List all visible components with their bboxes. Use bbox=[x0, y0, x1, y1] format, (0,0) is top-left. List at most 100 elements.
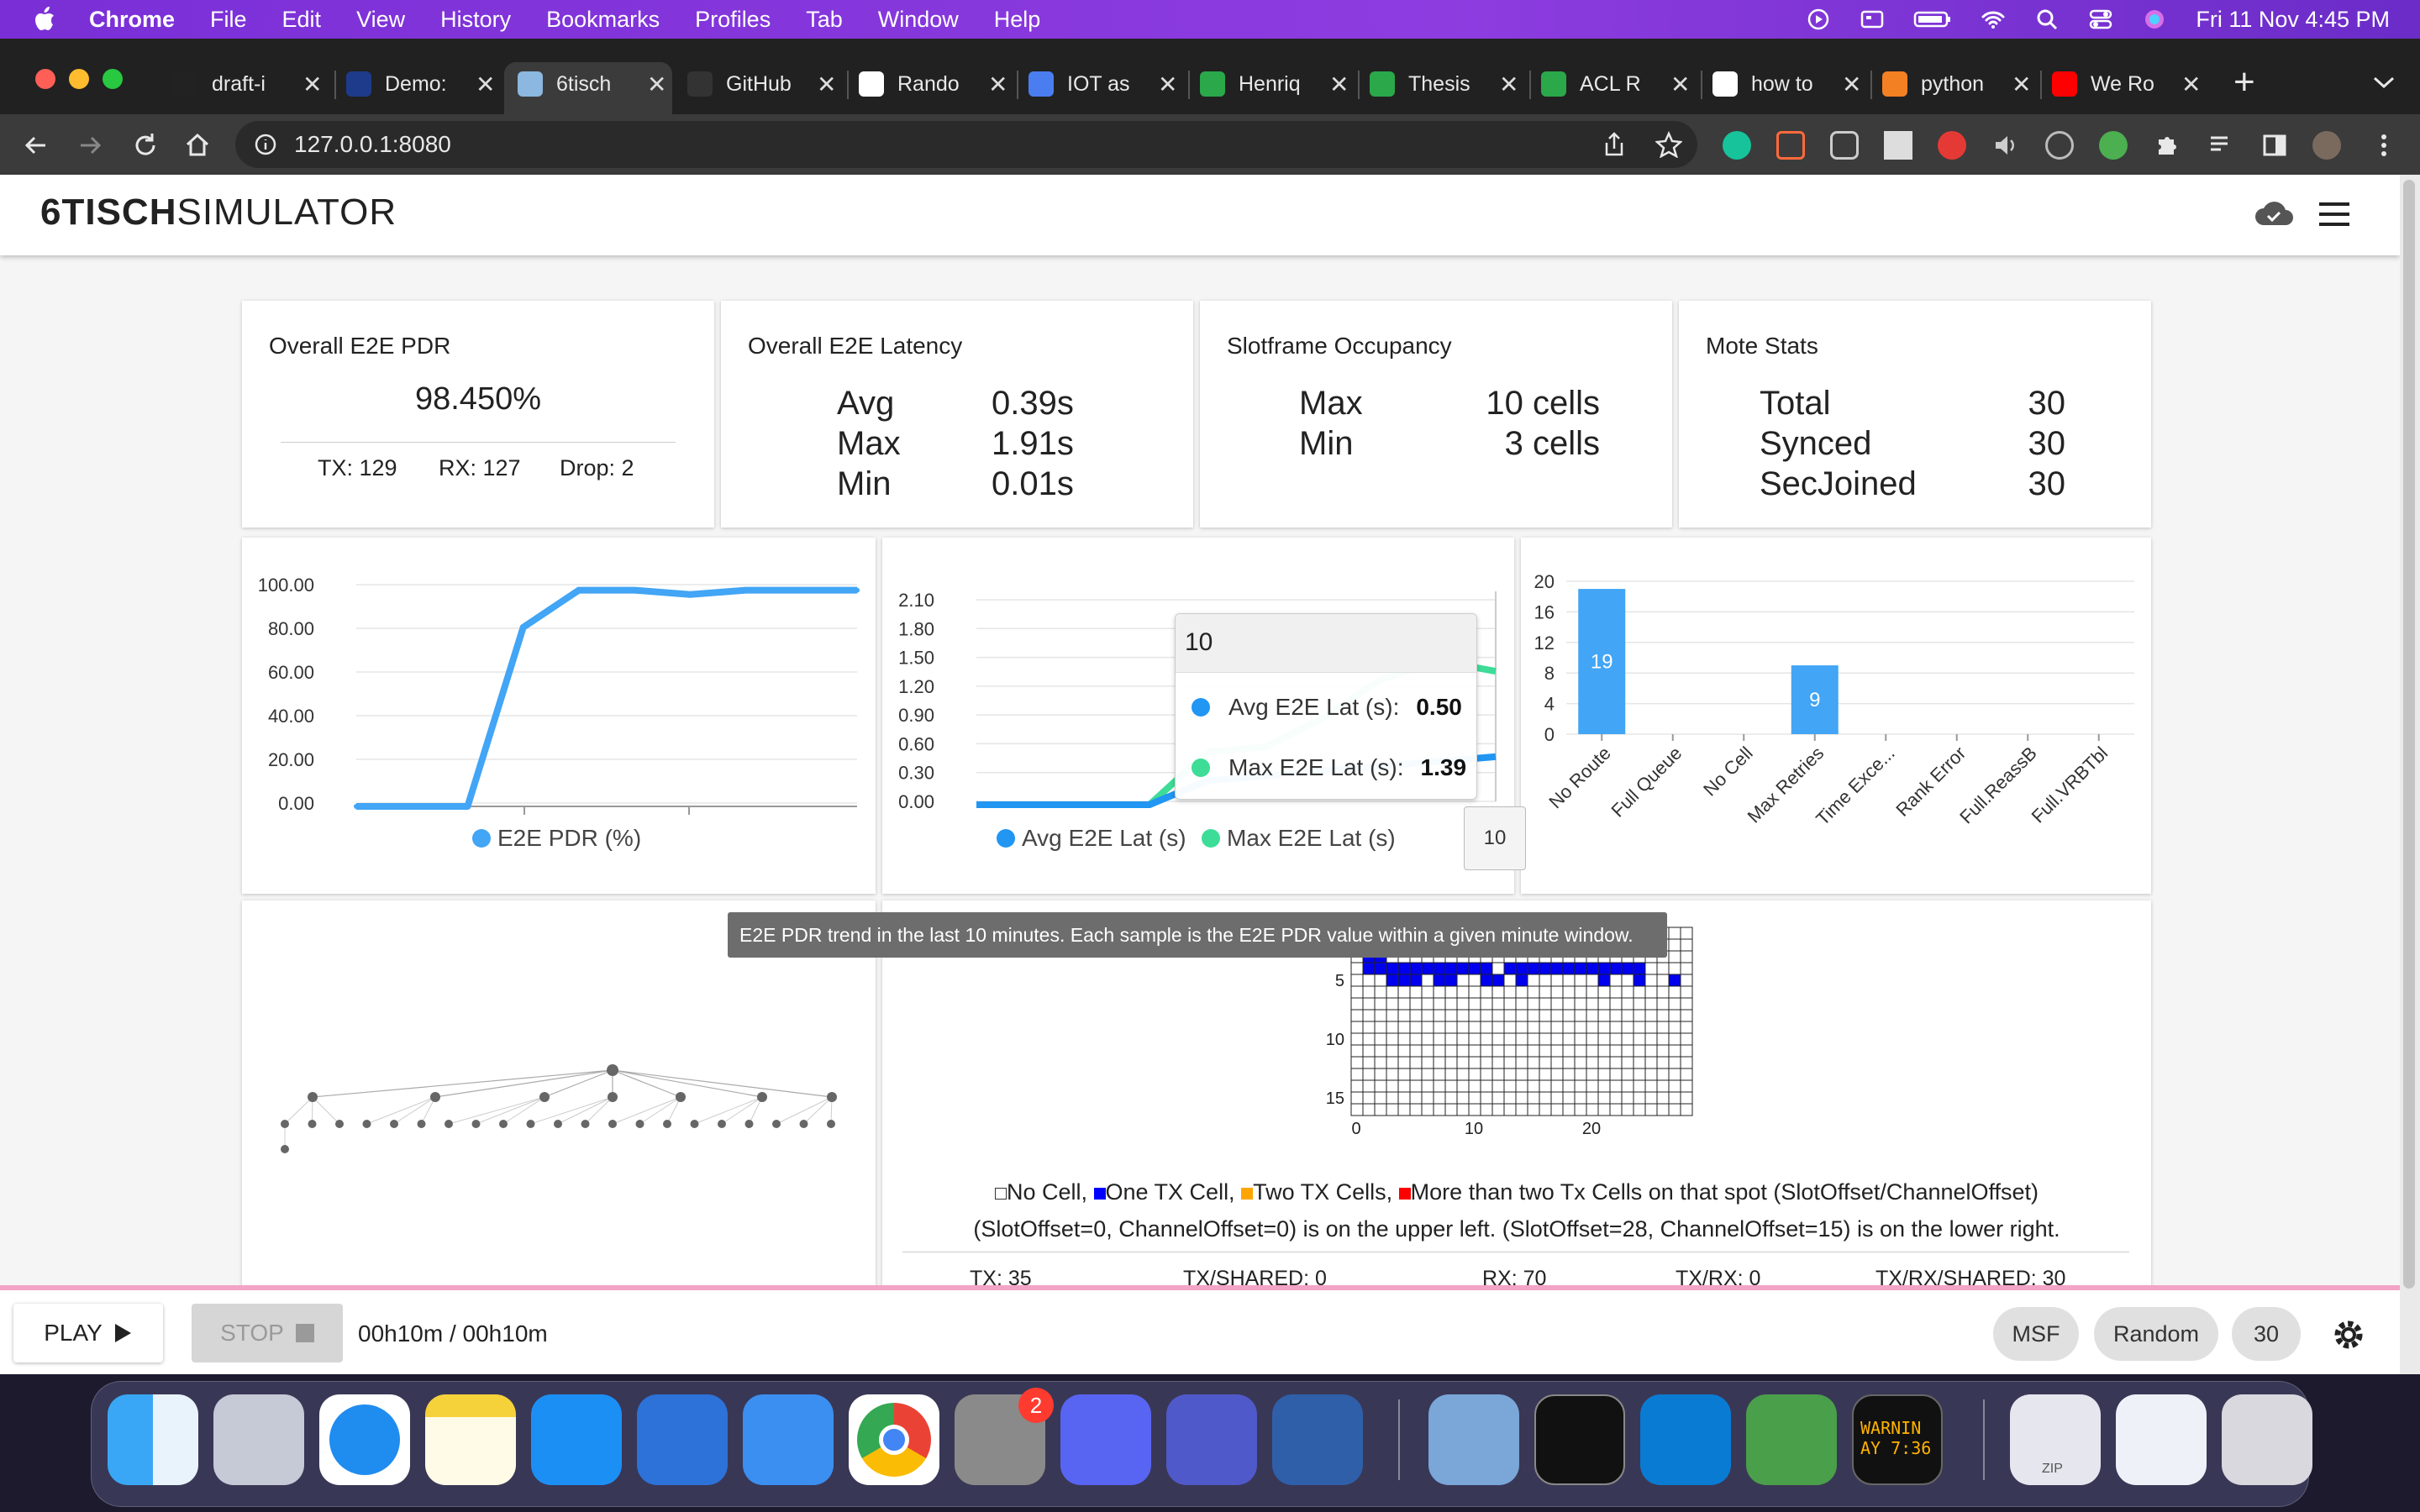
connectivity-chip[interactable]: Random bbox=[2094, 1307, 2218, 1361]
packet-drops-bar-chart[interactable]: 201612840No Route19Full Queue No CellMax … bbox=[1521, 538, 2151, 894]
battery-icon[interactable] bbox=[1913, 8, 1952, 30]
tab-close-icon[interactable]: ✕ bbox=[2012, 71, 2031, 98]
terminal-icon[interactable] bbox=[1534, 1394, 1625, 1485]
siri-icon[interactable] bbox=[2142, 8, 2167, 30]
menu-edit[interactable]: Edit bbox=[282, 7, 322, 33]
bookmark-star-icon[interactable] bbox=[1655, 131, 1682, 158]
console-icon[interactable]: WARNIN AY 7:36 bbox=[1852, 1394, 1943, 1485]
play-circle-icon[interactable] bbox=[1806, 8, 1831, 30]
extension-icon-7[interactable] bbox=[2045, 131, 2074, 160]
finder-icon[interactable] bbox=[108, 1394, 198, 1485]
browser-tab[interactable]: Demo: ✕ bbox=[346, 62, 495, 106]
virtualbox-icon[interactable] bbox=[1272, 1394, 1363, 1485]
maximize-window-icon[interactable] bbox=[103, 69, 123, 89]
tab-close-icon[interactable]: ✕ bbox=[1499, 71, 1518, 98]
spotlight-search-icon[interactable] bbox=[2034, 8, 2060, 30]
browser-tab[interactable]: how to ✕ bbox=[1712, 62, 1861, 106]
apple-icon[interactable] bbox=[34, 7, 55, 32]
profile-avatar[interactable] bbox=[2312, 131, 2341, 160]
browser-menu-icon[interactable] bbox=[2370, 131, 2398, 160]
forward-icon[interactable] bbox=[76, 131, 104, 160]
tab-close-icon[interactable]: ✕ bbox=[1842, 71, 1861, 98]
screen-mirroring-icon[interactable] bbox=[1860, 8, 1885, 30]
browser-tab[interactable]: python ✕ bbox=[1882, 62, 2031, 106]
preview-icon[interactable] bbox=[1428, 1394, 1519, 1485]
tab-close-icon[interactable]: ✕ bbox=[476, 71, 495, 98]
control-center-icon[interactable] bbox=[2088, 8, 2113, 30]
share-icon[interactable] bbox=[1602, 131, 1627, 158]
menu-tab[interactable]: Tab bbox=[806, 7, 843, 33]
app-store-icon[interactable] bbox=[531, 1394, 622, 1485]
wifi-icon[interactable] bbox=[1981, 8, 2006, 30]
reading-list-icon[interactable] bbox=[2207, 131, 2235, 160]
browser-tab[interactable]: Rando ✕ bbox=[859, 62, 1007, 106]
extension-icon-2[interactable] bbox=[1776, 131, 1805, 160]
spreadsheet-icon[interactable] bbox=[2116, 1394, 2207, 1485]
browser-tab[interactable]: We Ro ✕ bbox=[2052, 62, 2201, 106]
latency-chart-legend-max[interactable]: Max E2E Lat (s) bbox=[1202, 825, 1396, 852]
browser-tab[interactable]: draft-i ✕ bbox=[173, 62, 322, 106]
new-tab-icon[interactable]: + bbox=[2233, 64, 2255, 101]
home-icon[interactable] bbox=[183, 131, 212, 160]
site-info-icon[interactable] bbox=[254, 133, 277, 156]
volume-extension-icon[interactable] bbox=[1991, 131, 2020, 160]
script-editor-icon[interactable] bbox=[1746, 1394, 1837, 1485]
page-scrollbar-thumb[interactable] bbox=[2403, 180, 2415, 1289]
pdr-chart-legend[interactable]: E2E PDR (%) bbox=[472, 825, 641, 852]
extension-icon-3[interactable] bbox=[1830, 131, 1859, 160]
browser-tab[interactable]: 6tisch ✕ bbox=[518, 62, 666, 106]
keynote-icon[interactable] bbox=[637, 1394, 728, 1485]
tab-close-icon[interactable]: ✕ bbox=[1158, 71, 1177, 98]
side-panel-icon[interactable] bbox=[2260, 131, 2289, 160]
discord-icon[interactable] bbox=[1060, 1394, 1151, 1485]
minimize-window-icon[interactable] bbox=[69, 69, 89, 89]
tab-close-icon[interactable]: ✕ bbox=[647, 71, 666, 98]
settings-gear-icon[interactable] bbox=[2329, 1315, 2368, 1354]
extension-icon-8[interactable] bbox=[2099, 131, 2128, 160]
teams-icon[interactable] bbox=[1166, 1394, 1257, 1485]
chrome-icon[interactable] bbox=[849, 1394, 939, 1485]
cloud-check-icon[interactable] bbox=[2254, 197, 2294, 230]
mote-count-chip[interactable]: 30 bbox=[2232, 1307, 2301, 1361]
latency-chart-legend-avg[interactable]: Avg E2E Lat (s) bbox=[997, 825, 1186, 852]
menu-profiles[interactable]: Profiles bbox=[695, 7, 771, 33]
menu-window[interactable]: Window bbox=[878, 7, 959, 33]
browser-tab[interactable]: GitHub ✕ bbox=[687, 62, 836, 106]
menu-help[interactable]: Help bbox=[994, 7, 1041, 33]
launchpad-icon[interactable] bbox=[213, 1394, 304, 1485]
menu-bookmarks[interactable]: Bookmarks bbox=[546, 7, 660, 33]
hamburger-menu-icon[interactable] bbox=[2317, 200, 2351, 228]
browser-tab[interactable]: Henriq ✕ bbox=[1200, 62, 1349, 106]
extensions-puzzle-icon[interactable] bbox=[2153, 131, 2181, 160]
tab-search-chevron-icon[interactable] bbox=[2371, 74, 2396, 91]
browser-tab[interactable]: ACL R ✕ bbox=[1541, 62, 1690, 106]
tab-close-icon[interactable]: ✕ bbox=[1329, 71, 1349, 98]
adblock-extension-icon[interactable] bbox=[1938, 131, 1966, 160]
browser-tab[interactable]: Thesis ✕ bbox=[1370, 62, 1518, 106]
reload-icon[interactable] bbox=[131, 131, 160, 160]
tab-close-icon[interactable]: ✕ bbox=[302, 71, 322, 98]
close-window-icon[interactable] bbox=[35, 69, 55, 89]
tab-close-icon[interactable]: ✕ bbox=[2181, 71, 2201, 98]
menubar-clock[interactable]: Fri 11 Nov 4:45 PM bbox=[2196, 7, 2390, 33]
zip-file-icon[interactable]: ZIP bbox=[2010, 1394, 2101, 1485]
address-bar[interactable]: 127.0.0.1:8080 bbox=[235, 121, 1697, 168]
scheduling-function-chip[interactable]: MSF bbox=[1993, 1307, 2079, 1361]
stop-button[interactable]: STOP bbox=[192, 1304, 343, 1362]
notes-icon[interactable] bbox=[425, 1394, 516, 1485]
safari-icon[interactable] bbox=[319, 1394, 410, 1485]
menu-history[interactable]: History bbox=[440, 7, 511, 33]
menu-view[interactable]: View bbox=[356, 7, 405, 33]
back-icon[interactable] bbox=[22, 131, 50, 160]
calculator-icon[interactable] bbox=[743, 1394, 834, 1485]
menu-file[interactable]: File bbox=[210, 7, 247, 33]
menu-app-name[interactable]: Chrome bbox=[89, 7, 175, 33]
vscode-icon[interactable] bbox=[1640, 1394, 1731, 1485]
network-topology-graph[interactable] bbox=[242, 900, 876, 1287]
grammarly-extension-icon[interactable] bbox=[1723, 131, 1751, 160]
tab-close-icon[interactable]: ✕ bbox=[817, 71, 836, 98]
tab-close-icon[interactable]: ✕ bbox=[988, 71, 1007, 98]
extension-icon-4[interactable] bbox=[1884, 131, 1912, 160]
play-button[interactable]: PLAY bbox=[13, 1304, 163, 1362]
browser-tab[interactable]: IOT as ✕ bbox=[1028, 62, 1177, 106]
